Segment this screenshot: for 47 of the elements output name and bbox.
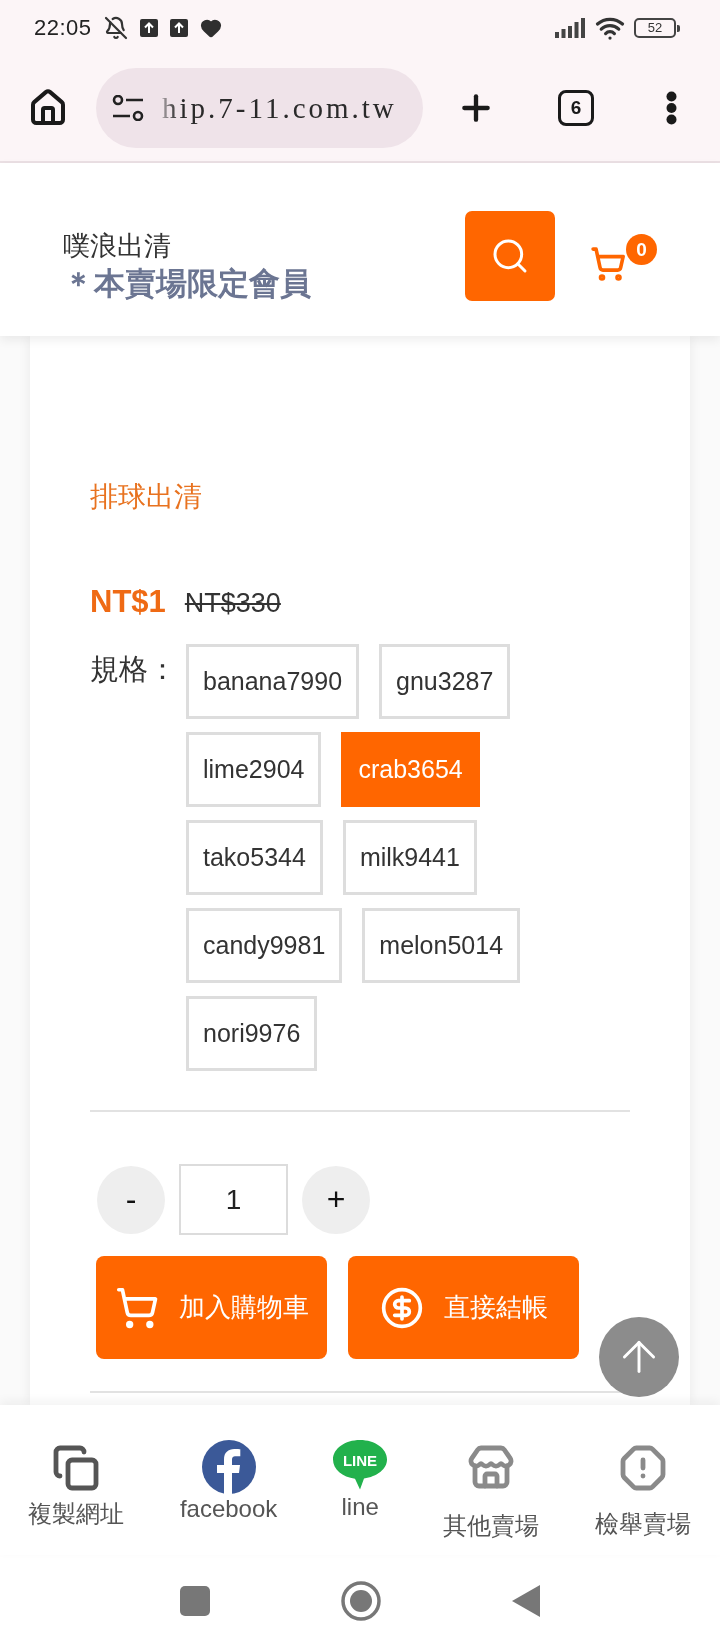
cart-icon[interactable] bbox=[590, 245, 626, 282]
cart-icon bbox=[114, 1285, 159, 1330]
spec-option[interactable]: milk9441 bbox=[342, 820, 477, 895]
original-price: NT$330 bbox=[184, 587, 281, 620]
address-bar[interactable]: hip.7-11.com.tw bbox=[96, 68, 423, 148]
other-stores-button[interactable]: 其他賣場 bbox=[443, 1440, 540, 1541]
home-circle-icon[interactable] bbox=[341, 1580, 381, 1621]
copy-icon bbox=[52, 1444, 100, 1492]
spec-label: 規格： bbox=[90, 652, 178, 687]
product-title: 排球出清 bbox=[90, 480, 202, 514]
home-button[interactable] bbox=[28, 88, 68, 128]
home-icon bbox=[28, 88, 68, 128]
line-logo: LINE bbox=[333, 1440, 388, 1490]
spec-option[interactable]: candy9981 bbox=[186, 908, 343, 983]
tab-switcher-button[interactable]: 6 bbox=[558, 90, 594, 126]
signal-icon bbox=[555, 17, 586, 38]
warning-octagon-icon bbox=[618, 1444, 667, 1492]
cart-count-badge: 0 bbox=[626, 233, 657, 265]
spec-option[interactable]: melon5014 bbox=[362, 908, 521, 983]
search-button[interactable] bbox=[465, 210, 555, 301]
back-triangle-icon[interactable] bbox=[512, 1584, 540, 1617]
facebook-icon bbox=[201, 1440, 256, 1494]
clock-time: 22:05 bbox=[34, 14, 92, 41]
upload-icon bbox=[169, 18, 188, 37]
square-icon[interactable] bbox=[180, 1585, 210, 1616]
menu-button[interactable] bbox=[666, 91, 677, 125]
dollar-icon bbox=[379, 1285, 424, 1330]
sliders-icon[interactable] bbox=[112, 95, 144, 121]
increase-button[interactable]: + bbox=[302, 1165, 370, 1234]
upload-icon bbox=[139, 18, 158, 37]
spec-option[interactable]: gnu3287 bbox=[379, 644, 511, 719]
decrease-button[interactable]: - bbox=[97, 1165, 165, 1234]
copy-url-button[interactable]: 複製網址 bbox=[28, 1440, 124, 1529]
spec-option[interactable]: lime2904 bbox=[186, 732, 322, 807]
spec-option[interactable]: nori9976 bbox=[186, 996, 318, 1071]
bell-off-icon bbox=[103, 15, 128, 40]
members-only-notice: ＊本賣場限定會員 bbox=[63, 264, 312, 303]
line-share-button[interactable]: LINE line bbox=[333, 1440, 388, 1522]
spec-option[interactable]: tako5344 bbox=[186, 820, 323, 895]
facebook-share-button[interactable]: facebook bbox=[179, 1440, 278, 1524]
quantity-field[interactable]: 1 bbox=[179, 1164, 288, 1235]
url-text: hip.7-11.com.tw bbox=[162, 91, 397, 125]
spec-option[interactable]: banana7990 bbox=[186, 644, 360, 719]
more-menu-icon bbox=[666, 91, 677, 125]
report-store-button[interactable]: 檢舉賣場 bbox=[594, 1440, 691, 1539]
sale-price: NT$1 bbox=[90, 583, 166, 621]
shop-name: 噗浪出清 bbox=[63, 229, 172, 263]
